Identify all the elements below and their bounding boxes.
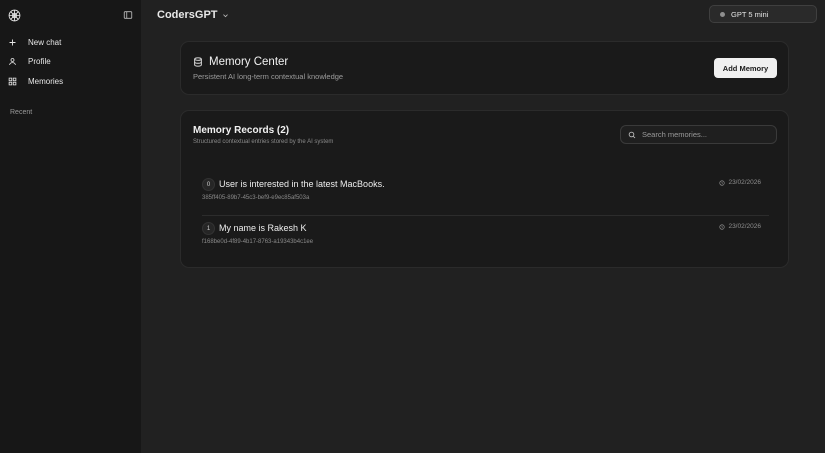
app-logo-icon[interactable] (8, 9, 21, 22)
record-date: 23/02/2026 (719, 223, 761, 230)
recent-section-label: Recent (10, 109, 33, 116)
record-text: My name is Rakesh K (219, 223, 307, 233)
sidebar-item-label: Memories (28, 76, 64, 86)
sidebar-item-profile[interactable]: Profile (8, 54, 51, 68)
plus-icon (9, 39, 16, 45)
record-date: 23/02/2026 (719, 179, 761, 186)
clock-icon (719, 223, 726, 230)
clock-icon (719, 179, 726, 186)
record-id: f168be0d-4f89-4b17-8763-a19343b4c1ee (202, 239, 314, 245)
model-selector-button[interactable]: GPT 5 mini (709, 5, 817, 23)
search-icon (628, 131, 636, 138)
memory-records-subtitle: Structured contextual entries stored by … (193, 139, 334, 145)
sidebar-item-new-chat[interactable]: New chat (8, 35, 61, 49)
memory-center-heading: Memory Center (193, 56, 288, 68)
sidebar-item-label: New chat (28, 37, 62, 47)
record-date-text: 23/02/2026 (728, 223, 761, 230)
sidebar-toggle-icon[interactable] (123, 10, 133, 20)
record-text: User is interested in the latest MacBook… (219, 179, 385, 189)
sidebar-item-label: Profile (28, 56, 51, 66)
sidebar: New chat Profile Memories Recent (0, 0, 141, 453)
memory-records-card: Memory Records (2) Structured contextual… (180, 110, 789, 268)
memory-record-row[interactable]: 1 My name is Rakesh K f168be0d-4f89-4b17… (202, 219, 769, 259)
grid-icon (8, 77, 17, 85)
sidebar-item-memories[interactable]: Memories (8, 74, 63, 88)
search-input[interactable] (642, 130, 767, 139)
memory-records-title: Memory Records (2) (193, 125, 290, 136)
search-box[interactable] (620, 125, 777, 144)
app-title: CodersGPT (157, 9, 218, 21)
user-icon (9, 57, 16, 65)
memory-record-row[interactable]: 0 User is interested in the latest MacBo… (202, 175, 769, 216)
record-index-badge: 0 (202, 178, 215, 191)
status-dot-icon (720, 11, 725, 17)
memory-center-card: Memory Center Persistent AI long-term co… (180, 41, 789, 95)
record-date-text: 23/02/2026 (728, 179, 761, 186)
app-title-dropdown[interactable]: CodersGPT (157, 9, 229, 21)
page-title: Memory Center (209, 56, 289, 68)
model-label: GPT 5 mini (731, 9, 769, 19)
database-icon (194, 57, 202, 67)
chevron-down-icon (222, 13, 228, 17)
add-memory-button[interactable]: Add Memory (714, 58, 777, 78)
record-id: 385ff405-89b7-45c3-bef9-e9ec85af503a (202, 195, 310, 201)
record-index-badge: 1 (202, 222, 215, 235)
memory-center-subtitle: Persistent AI long-term contextual knowl… (193, 72, 344, 81)
